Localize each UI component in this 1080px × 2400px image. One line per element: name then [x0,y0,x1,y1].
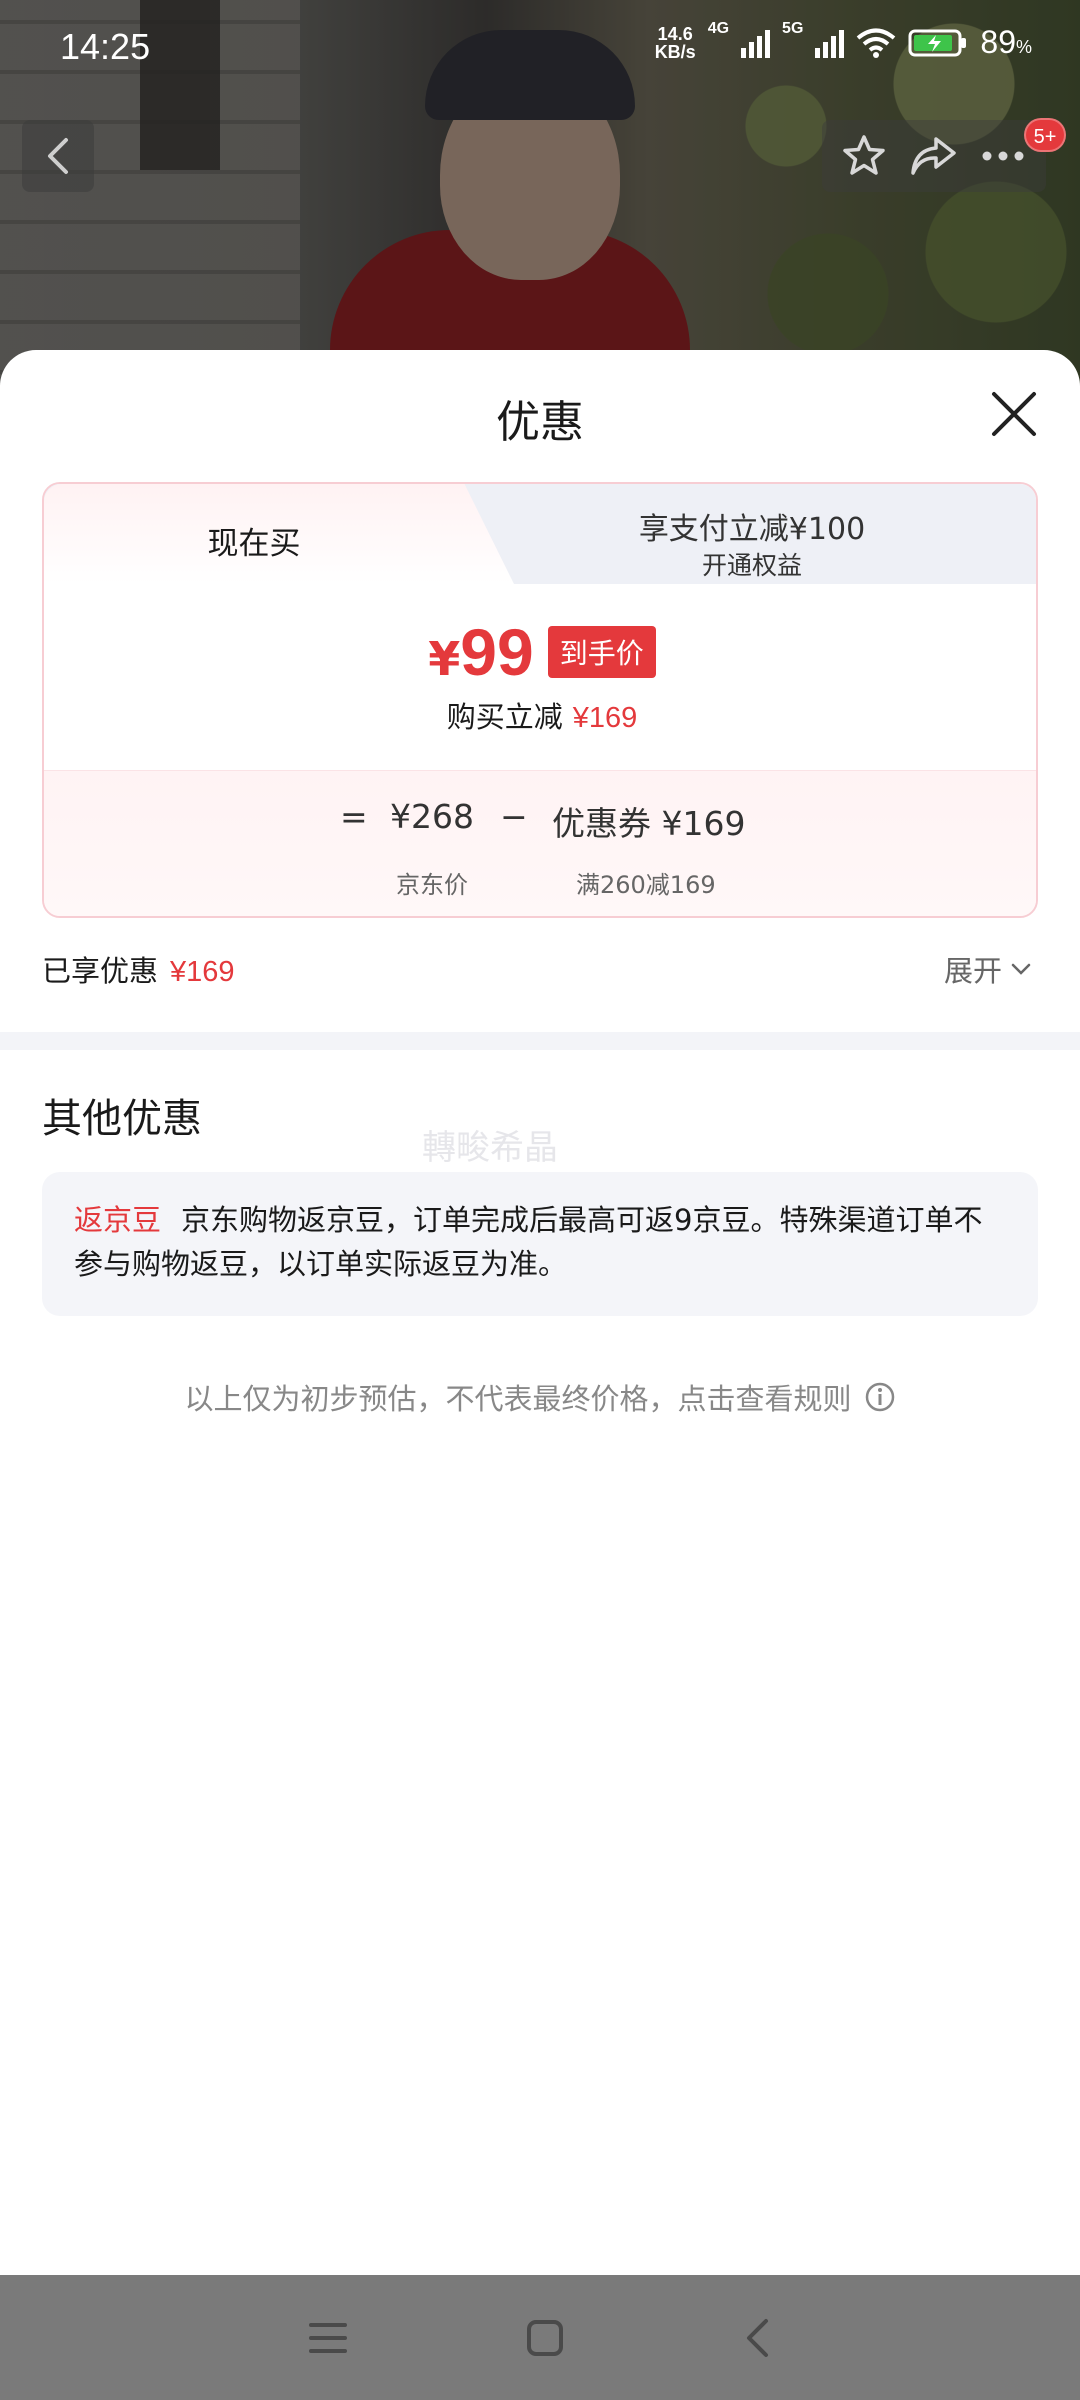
instant-discount: 购买立减 ¥169 [44,694,1036,736]
minus-sign: − [500,797,528,836]
chevron-down-icon [1011,963,1031,975]
instant-discount-amount: ¥169 [572,702,638,734]
section-divider [0,1032,1080,1050]
enjoyed-discount-amount: ¥169 [170,956,235,988]
system-nav-bar [0,2275,1080,2400]
share-icon[interactable] [908,133,958,179]
price-amount: 99 [460,615,534,689]
watermark: 轉畯希晶 [422,1128,558,1168]
signal-icon-2 [815,28,845,58]
expand-label: 展开 [944,954,1003,988]
jd-bean-tag: 返京豆 [74,1203,162,1237]
star-icon[interactable] [841,133,887,179]
other-discounts-title: 其他优惠 [42,1096,202,1142]
coupon-amount: 优惠券 ¥169 [552,804,746,843]
nav-back-icon[interactable] [742,2317,772,2359]
menu-icon[interactable] [308,2320,348,2356]
status-bar: 14:25 14.6 KB/s 4G 5G 89% [0,0,1080,96]
message-badge: 5+ [1024,118,1066,152]
tab-pay-discount-sub[interactable]: 开通权益 [464,546,1036,582]
disclaimer-text: 以上仅为初步预估，不代表最终价格，点击查看规则 [184,1382,852,1416]
network-speed: 14.6 KB/s [655,25,696,61]
tab-pay-discount[interactable]: 享支付立减¥100 [464,504,1036,548]
top-action-group [822,120,1046,192]
discount-sheet: 优惠 现在买 享支付立减¥100 开通权益 ¥ 99 到手价 购买立减 ¥169 … [0,350,1080,2275]
back-button[interactable] [22,120,94,192]
coupon-rule: 满260减169 [576,871,716,899]
signal-icon [741,28,771,58]
expand-button[interactable]: 展开 [944,948,1032,990]
wifi-icon [857,28,896,58]
enjoyed-discount: 已享优惠 ¥169 [42,948,235,990]
price-card: 现在买 享支付立减¥100 开通权益 ¥ 99 到手价 购买立减 ¥169 = ¥… [42,482,1038,918]
battery-icon [908,29,967,56]
signal-type-1: 4G [707,19,730,37]
close-icon[interactable] [988,388,1040,440]
network-speed-value: 14.6 [657,23,693,44]
back-icon [48,138,68,174]
final-price: ¥ 99 到手价 [44,614,1036,690]
jd-price-label: 京东价 [396,871,468,899]
info-icon [865,1382,894,1412]
equals-sign: = [340,797,368,836]
price-currency: ¥ [428,632,461,686]
price-breakdown: = ¥268 − 优惠券 ¥169 京东价 满260减169 [44,770,1036,916]
jd-price: ¥268 [390,797,474,836]
home-icon[interactable] [525,2318,565,2358]
jd-bean-card: 返京豆 京东购物返京豆，订单完成后最高可返9京豆。特殊渠道订单不参与购物返豆，以订… [42,1172,1038,1316]
status-indicators: 14.6 KB/s 4G 5G 89% [655,20,1032,61]
more-icon[interactable] [979,148,1027,164]
network-speed-unit: KB/s [654,41,696,62]
tab-buy-now-label[interactable]: 现在买 [44,518,464,563]
jd-bean-text: 京东购物返京豆，订单完成后最高可返9京豆。特殊渠道订单不参与购物返豆，以订单实际… [74,1203,983,1281]
instant-discount-label: 购买立减 [446,700,563,734]
final-price-tag: 到手价 [547,626,656,678]
enjoyed-discount-label: 已享优惠 [42,954,159,988]
status-time: 14:25 [60,26,151,67]
battery-percent: 89% [980,24,1032,60]
sheet-title: 优惠 [496,397,584,448]
rules-link[interactable]: 以上仅为初步预估，不代表最终价格，点击查看规则 [0,1376,1080,1418]
signal-type-2: 5G [782,19,804,37]
